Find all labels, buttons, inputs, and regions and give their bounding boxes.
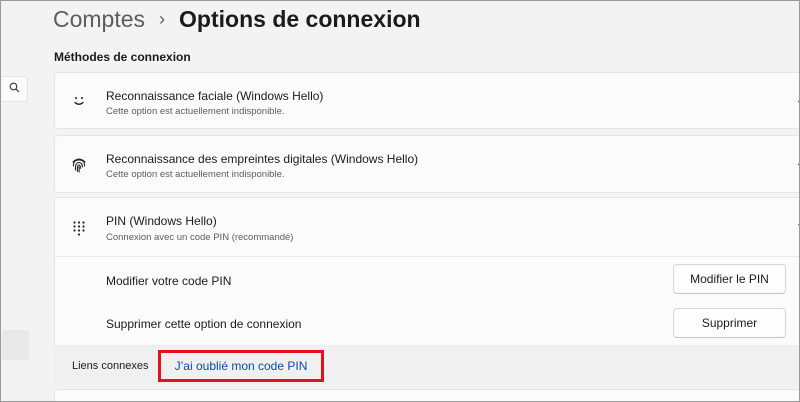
forgot-pin-link[interactable]: J’ai oublié mon code PIN <box>158 350 324 382</box>
section-title: Méthodes de connexion <box>54 50 191 64</box>
fingerprint-icon <box>69 155 89 175</box>
change-pin-label: Modifier votre code PIN <box>106 274 232 288</box>
method-title: Reconnaissance des empreintes digitales … <box>106 152 419 166</box>
sign-in-method-fingerprint[interactable]: Reconnaissance des empreintes digitales … <box>54 135 800 193</box>
method-subtitle: Cette option est actuellement indisponib… <box>106 169 285 180</box>
chevron-down-icon[interactable]: ⌄ <box>796 95 800 106</box>
chevron-down-icon[interactable]: ⌄ <box>796 158 800 169</box>
page-title: Options de connexion <box>179 5 421 32</box>
method-subtitle: Connexion avec un code PIN (recommandé) <box>106 232 294 243</box>
change-pin-button[interactable]: Modifier le PIN <box>673 264 786 294</box>
remove-pin-label: Supprimer cette option de connexion <box>106 317 302 331</box>
chevron-up-icon[interactable]: ⌄ <box>796 220 800 231</box>
method-title: Reconnaissance faciale (Windows Hello) <box>106 89 324 103</box>
breadcrumb-parent-link[interactable]: Comptes <box>53 6 145 33</box>
method-subtitle: Cette option est actuellement indisponib… <box>106 106 285 117</box>
remove-pin-button[interactable]: Supprimer <box>673 308 786 338</box>
related-links-label: Liens connexes <box>72 360 149 372</box>
left-nav-pane <box>1 0 29 402</box>
pin-keypad-icon <box>69 218 89 238</box>
sign-in-method-face[interactable]: Reconnaissance faciale (Windows Hello) C… <box>54 72 800 129</box>
face-smile-icon <box>69 91 89 111</box>
search-icon <box>9 80 20 98</box>
sign-in-method-pin: PIN (Windows Hello) Connexion avec un co… <box>54 197 800 345</box>
method-title: PIN (Windows Hello) <box>106 214 217 228</box>
related-links: Liens connexes J’ai oublié mon code PIN <box>54 345 800 385</box>
divider <box>55 256 800 257</box>
chevron-right-icon: › <box>159 8 166 29</box>
pin-header[interactable]: PIN (Windows Hello) Connexion avec un co… <box>55 198 800 256</box>
nav-selected-item[interactable] <box>2 330 29 360</box>
search-button[interactable] <box>2 76 28 102</box>
breadcrumb: Comptes › Options de connexion <box>53 4 421 34</box>
next-settings-card[interactable] <box>54 389 800 402</box>
